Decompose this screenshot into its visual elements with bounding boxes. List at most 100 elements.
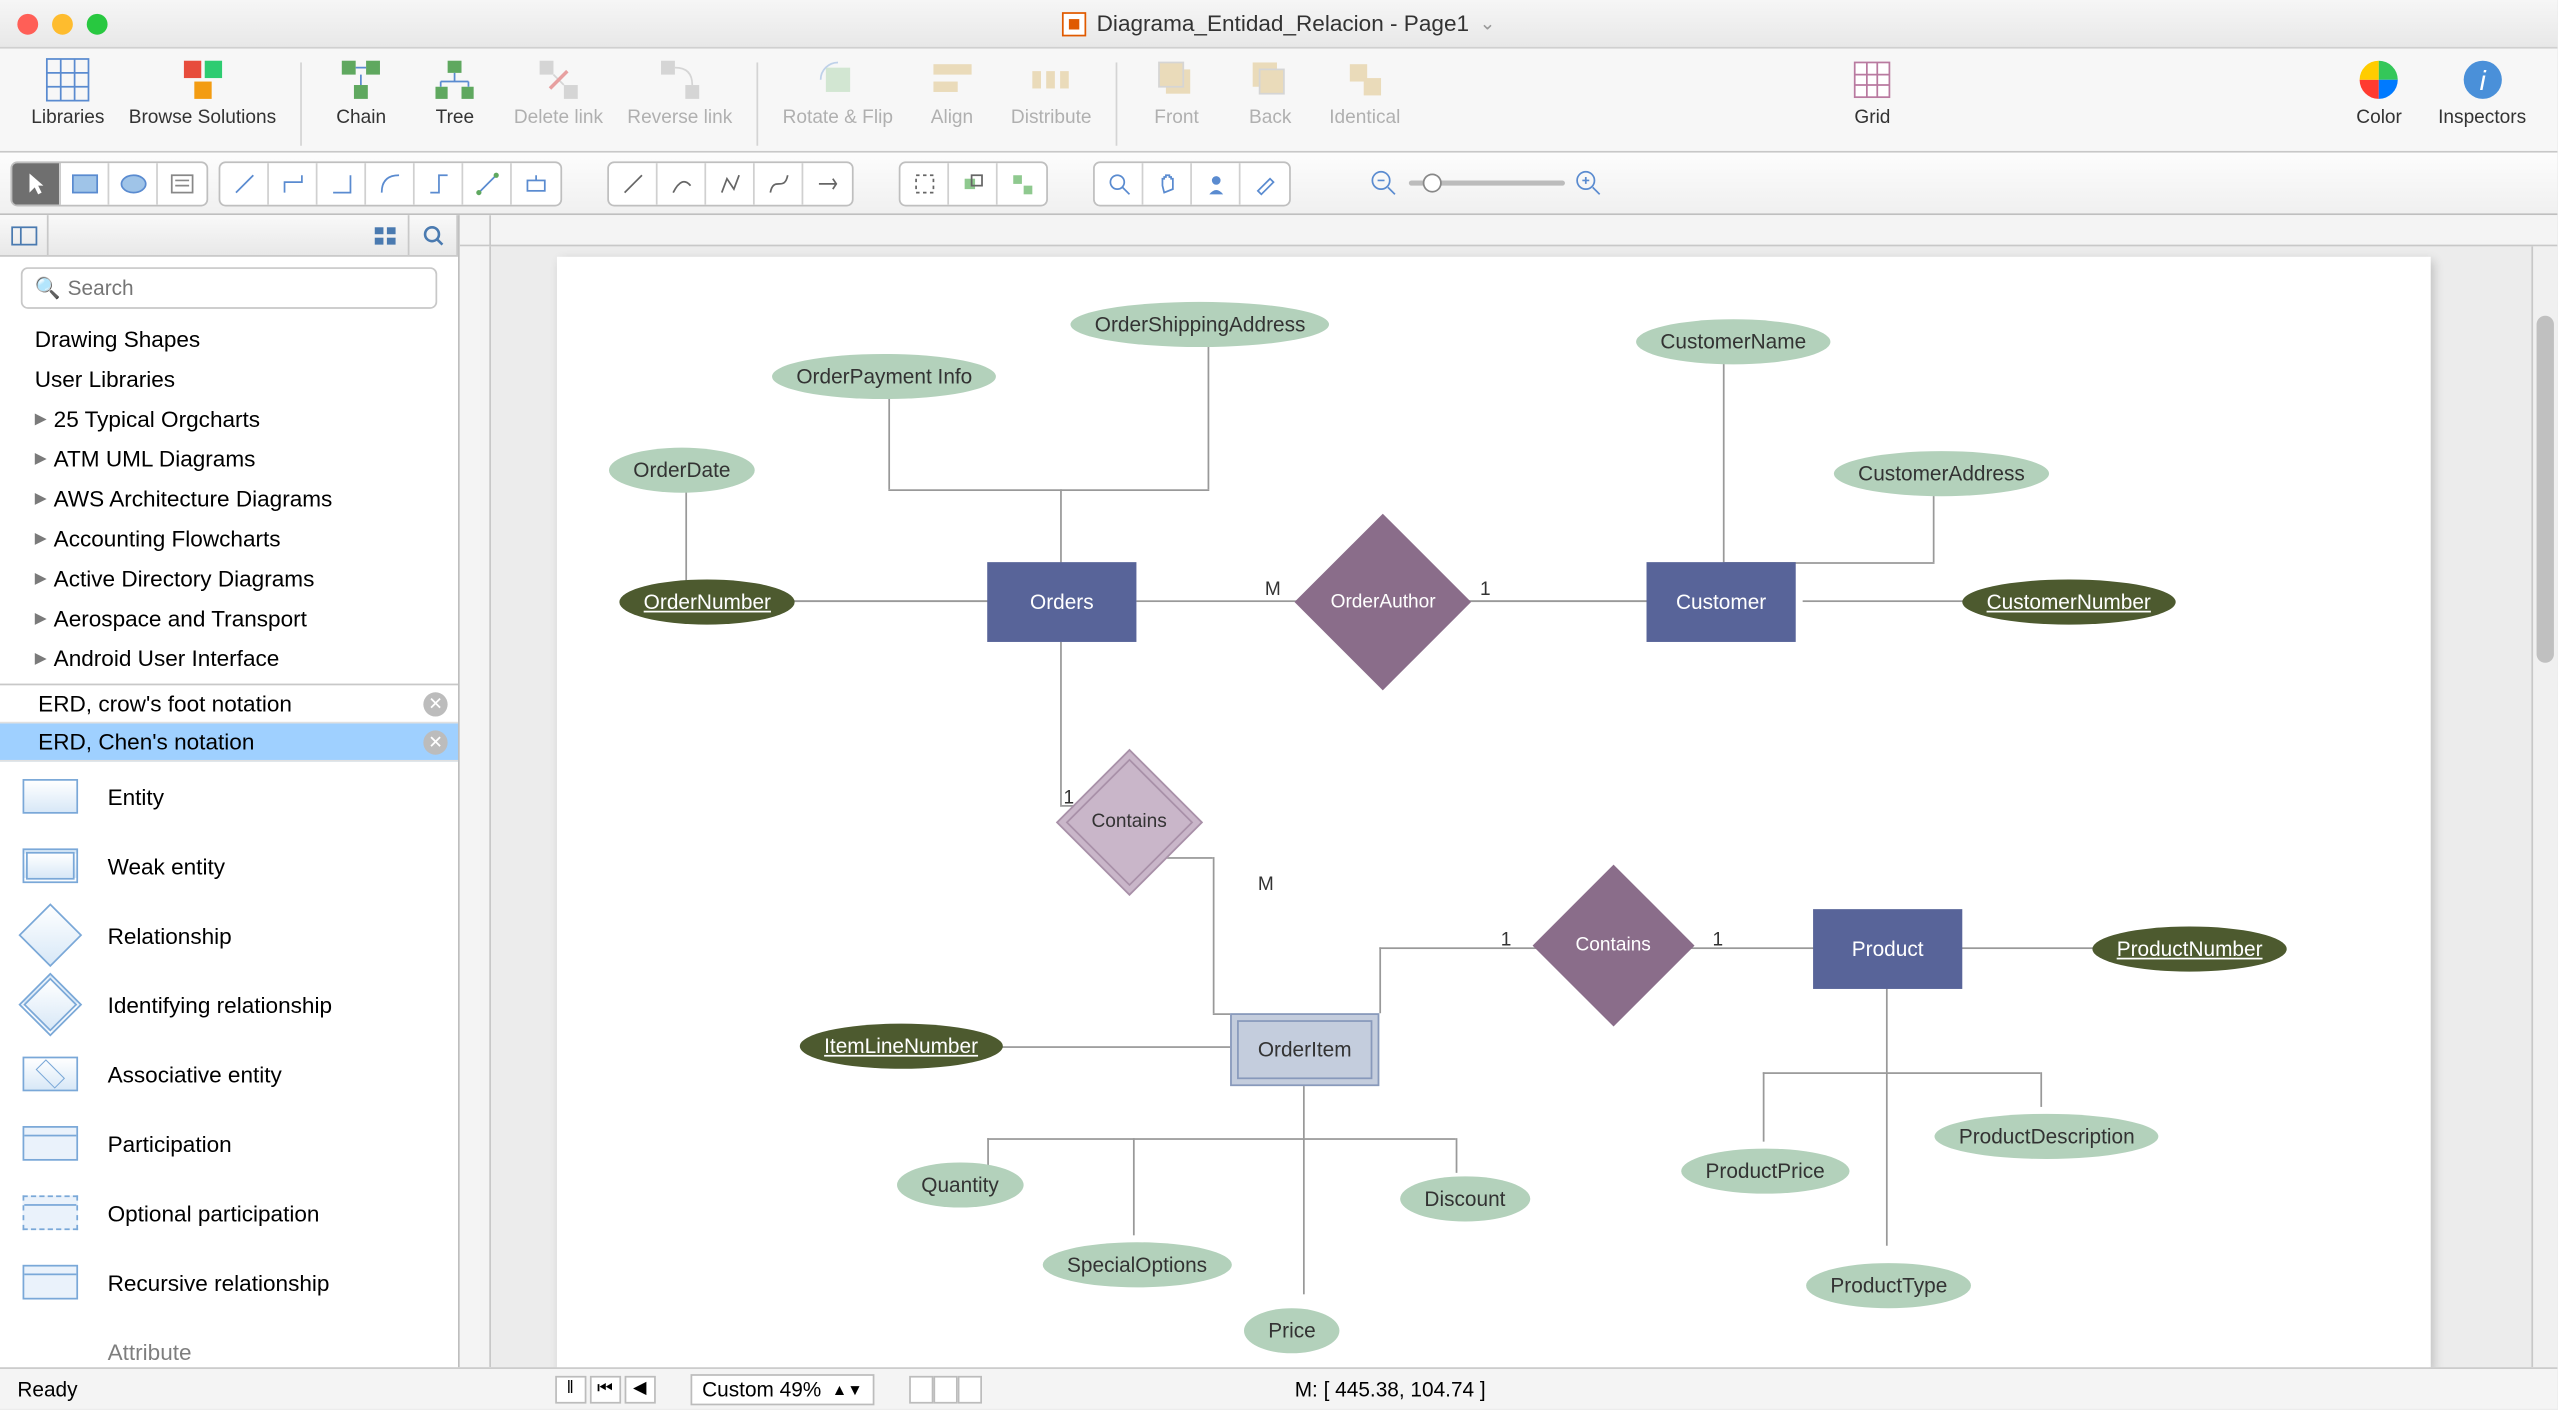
sidebar-item-active-directory[interactable]: ▶Active Directory Diagrams bbox=[0, 559, 458, 599]
weak-entity-orderitem[interactable]: OrderItem bbox=[1230, 1013, 1379, 1086]
entity-orders[interactable]: Orders bbox=[987, 562, 1136, 642]
sidebar-item-accounting[interactable]: ▶Accounting Flowcharts bbox=[0, 519, 458, 559]
chain-button[interactable]: Chain bbox=[327, 56, 396, 129]
page-last-icon[interactable] bbox=[958, 1375, 982, 1403]
sidebar-item-orgcharts[interactable]: ▶25 Typical Orgcharts bbox=[0, 399, 458, 439]
zoom-in-icon[interactable] bbox=[1575, 169, 1603, 197]
sel-2[interactable] bbox=[949, 162, 998, 204]
connector-5[interactable] bbox=[415, 162, 464, 204]
ellipse-tool[interactable] bbox=[109, 162, 158, 204]
library-tab-crows-foot[interactable]: ERD, crow's foot notation✕ bbox=[0, 685, 458, 723]
shape-relationship[interactable]: Relationship bbox=[0, 900, 458, 969]
connector-4[interactable] bbox=[366, 162, 415, 204]
search-toggle-icon[interactable] bbox=[409, 215, 458, 255]
attr-order-number[interactable]: OrderNumber bbox=[619, 579, 795, 624]
libraries-button[interactable]: Libraries bbox=[31, 56, 104, 129]
zoom-select[interactable]: Custom 49%▲▼ bbox=[690, 1373, 875, 1404]
sidebar-item-atm-uml[interactable]: ▶ATM UML Diagrams bbox=[0, 439, 458, 479]
canvas-area[interactable]: Orders Customer Product OrderItem OrderA… bbox=[460, 215, 2558, 1367]
attr-customer-name[interactable]: CustomerName bbox=[1636, 319, 1830, 364]
title-dropdown-icon[interactable]: ⌄ bbox=[1479, 12, 1495, 35]
close-window-button[interactable] bbox=[17, 13, 38, 34]
zoom-slider[interactable] bbox=[1371, 169, 1603, 197]
attr-discount[interactable]: Discount bbox=[1400, 1176, 1530, 1221]
connector-3[interactable] bbox=[318, 162, 367, 204]
tool-mode-segment[interactable] bbox=[10, 160, 208, 205]
page-next-icon[interactable] bbox=[934, 1375, 958, 1403]
page-splitter-icon[interactable]: ‖ bbox=[555, 1375, 586, 1403]
pointer-tool[interactable] bbox=[12, 162, 61, 204]
rect-tool[interactable] bbox=[61, 162, 110, 204]
attr-price[interactable]: Price bbox=[1244, 1308, 1340, 1353]
shape-weak-entity[interactable]: Weak entity bbox=[0, 831, 458, 900]
line-1[interactable] bbox=[609, 162, 658, 204]
sidebar-item-aerospace[interactable]: ▶Aerospace and Transport bbox=[0, 599, 458, 639]
shape-optional-participation[interactable]: Optional participation bbox=[0, 1178, 458, 1247]
attr-customer-address[interactable]: CustomerAddress bbox=[1834, 451, 2049, 496]
connector-6[interactable] bbox=[463, 162, 512, 204]
attr-quantity[interactable]: Quantity bbox=[897, 1162, 1023, 1207]
attr-customer-number[interactable]: CustomerNumber bbox=[1962, 579, 2175, 624]
page-prev-icon[interactable]: ◀ bbox=[624, 1375, 655, 1403]
connector-2[interactable] bbox=[269, 162, 318, 204]
inspectors-button[interactable]: iInspectors bbox=[2438, 56, 2526, 129]
attr-order-shipping[interactable]: OrderShippingAddress bbox=[1070, 302, 1329, 347]
attr-order-date[interactable]: OrderDate bbox=[609, 448, 755, 493]
attr-item-line-number[interactable]: ItemLineNumber bbox=[800, 1024, 1003, 1069]
connector-1[interactable] bbox=[220, 162, 269, 204]
attr-product-number[interactable]: ProductNumber bbox=[2092, 926, 2286, 971]
sidebar-item-aws[interactable]: ▶AWS Architecture Diagrams bbox=[0, 479, 458, 519]
sidebar-user-libraries[interactable]: User Libraries bbox=[0, 359, 458, 399]
zoom-out-icon[interactable] bbox=[1371, 169, 1399, 197]
close-tab-icon[interactable]: ✕ bbox=[423, 730, 447, 754]
library-tab-chen[interactable]: ERD, Chen's notation✕ bbox=[0, 723, 458, 761]
grid-view-icon[interactable] bbox=[361, 215, 410, 255]
fullscreen-window-button[interactable] bbox=[87, 13, 108, 34]
text-tool[interactable] bbox=[158, 162, 207, 204]
relationship-contains-2[interactable]: Contains bbox=[1533, 865, 1695, 1027]
select-segment[interactable] bbox=[899, 160, 1048, 205]
attr-special-options[interactable]: SpecialOptions bbox=[1043, 1242, 1232, 1287]
panel-toggle-icon[interactable] bbox=[0, 215, 49, 255]
line-2[interactable] bbox=[658, 162, 707, 204]
line-3[interactable] bbox=[706, 162, 755, 204]
sidebar-drawing-shapes[interactable]: Drawing Shapes bbox=[0, 319, 458, 359]
line-segment[interactable] bbox=[607, 160, 853, 205]
page1-button[interactable] bbox=[910, 1375, 934, 1403]
entity-product[interactable]: Product bbox=[1813, 909, 1962, 989]
search-input[interactable] bbox=[21, 267, 437, 309]
sel-3[interactable] bbox=[998, 162, 1047, 204]
shape-associative-entity[interactable]: Associative entity bbox=[0, 1039, 458, 1108]
relationship-orderauthor[interactable]: OrderAuthor bbox=[1294, 514, 1471, 691]
color-button[interactable]: Color bbox=[2344, 56, 2413, 129]
sel-1[interactable] bbox=[900, 162, 949, 204]
relationship-contains-1[interactable]: Contains bbox=[1056, 749, 1203, 896]
close-tab-icon[interactable]: ✕ bbox=[423, 692, 447, 716]
minimize-window-button[interactable] bbox=[52, 13, 73, 34]
sidebar-item-android[interactable]: ▶Android User Interface bbox=[0, 638, 458, 678]
connector-segment[interactable] bbox=[219, 160, 563, 205]
grid-button[interactable]: Grid bbox=[1838, 56, 1907, 129]
attr-product-type[interactable]: ProductType bbox=[1806, 1263, 1971, 1308]
shape-participation[interactable]: Participation bbox=[0, 1109, 458, 1178]
hand-icon[interactable] bbox=[1143, 162, 1192, 204]
shape-identifying-relationship[interactable]: Identifying relationship bbox=[0, 970, 458, 1039]
shape-recursive-relationship[interactable]: Recursive relationship bbox=[0, 1247, 458, 1316]
entity-customer[interactable]: Customer bbox=[1647, 562, 1796, 642]
view-segment[interactable] bbox=[1093, 160, 1291, 205]
shape-entity[interactable]: Entity bbox=[0, 762, 458, 831]
line-4[interactable] bbox=[755, 162, 804, 204]
pen-icon[interactable] bbox=[1241, 162, 1290, 204]
tree-button[interactable]: Tree bbox=[420, 56, 489, 129]
connector-7[interactable] bbox=[512, 162, 561, 204]
attr-product-price[interactable]: ProductPrice bbox=[1681, 1149, 1849, 1194]
attr-order-payment[interactable]: OrderPayment Info bbox=[772, 354, 996, 399]
attr-product-description[interactable]: ProductDescription bbox=[1935, 1114, 2159, 1159]
vertical-scrollbar[interactable] bbox=[2531, 246, 2557, 1367]
canvas-page[interactable]: Orders Customer Product OrderItem OrderA… bbox=[557, 257, 2431, 1367]
browse-solutions-button[interactable]: Browse Solutions bbox=[129, 56, 276, 129]
magnify-icon[interactable] bbox=[1095, 162, 1144, 204]
page-first-icon[interactable]: ⏮ bbox=[589, 1375, 620, 1403]
line-5[interactable] bbox=[803, 162, 852, 204]
shape-attribute[interactable]: Attribute bbox=[0, 1317, 458, 1367]
